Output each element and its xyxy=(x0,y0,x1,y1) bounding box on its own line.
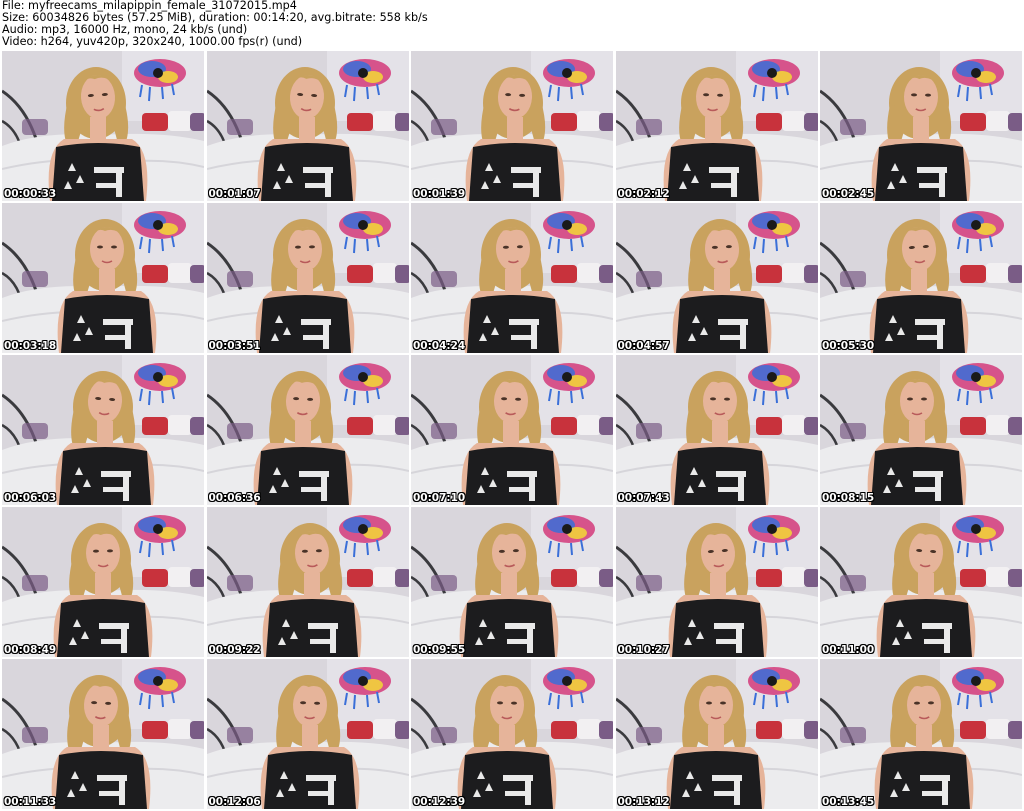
frame-image xyxy=(820,203,1022,353)
video-info-header: File: myfreecams_milapippin_female_31072… xyxy=(0,0,1024,50)
thumbnail-timestamp: 00:11:00 xyxy=(822,644,875,656)
thumbnail-timestamp: 00:08:15 xyxy=(822,492,875,504)
frame-image xyxy=(411,507,613,657)
frame-image xyxy=(820,659,1022,809)
frame-image xyxy=(2,355,204,505)
video-thumbnail: 00:06:03 xyxy=(2,355,204,505)
video-info-line: Video: h264, yuv420p, 320x240, 1000.00 f… xyxy=(2,35,303,48)
frame-image xyxy=(615,355,818,505)
thumbnail-timestamp: 00:12:39 xyxy=(413,796,466,808)
frame-image xyxy=(411,203,613,353)
video-thumbnail: 00:12:06 xyxy=(206,659,409,809)
thumbnail-timestamp: 00:03:51 xyxy=(208,340,261,352)
frame-image xyxy=(206,355,409,505)
video-thumbnail: 00:06:36 xyxy=(206,355,409,505)
frame-image xyxy=(2,203,204,353)
thumbnail-timestamp: 00:04:57 xyxy=(617,340,670,352)
video-thumbnail: 00:03:51 xyxy=(206,203,409,353)
video-thumbnail: 00:05:30 xyxy=(820,203,1022,353)
frame-image xyxy=(2,659,204,809)
thumbnail-timestamp: 00:11:33 xyxy=(4,796,57,808)
frame-image xyxy=(2,507,204,657)
video-thumbnail: 00:09:55 xyxy=(411,507,613,657)
video-thumbnail: 00:13:12 xyxy=(615,659,818,809)
thumbnail-timestamp: 00:06:03 xyxy=(4,492,57,504)
frame-image xyxy=(615,203,818,353)
frame-image xyxy=(411,51,613,201)
thumbnail-grid: 00:00:33 00:01:07 00:01:39 00:02:12 00:02:45… xyxy=(2,51,1022,809)
frame-image xyxy=(820,51,1022,201)
video-thumbnail: 00:00:33 xyxy=(2,51,204,201)
thumbnail-timestamp: 00:07:10 xyxy=(413,492,466,504)
thumbnail-timestamp: 00:06:36 xyxy=(208,492,261,504)
thumbnail-timestamp: 00:01:39 xyxy=(413,188,466,200)
thumbnail-timestamp: 00:00:33 xyxy=(4,188,57,200)
video-thumbnail: 00:10:27 xyxy=(615,507,818,657)
video-thumbnail: 00:12:39 xyxy=(411,659,613,809)
video-thumbnail: 00:04:24 xyxy=(411,203,613,353)
video-thumbnail: 00:02:12 xyxy=(615,51,818,201)
thumbnail-timestamp: 00:04:24 xyxy=(413,340,466,352)
thumbnail-timestamp: 00:13:12 xyxy=(617,796,670,808)
frame-image xyxy=(206,659,409,809)
thumbnail-timestamp: 00:01:07 xyxy=(208,188,261,200)
frame-image xyxy=(206,507,409,657)
video-thumbnail: 00:08:15 xyxy=(820,355,1022,505)
frame-image xyxy=(411,355,613,505)
video-thumbnail: 00:08:49 xyxy=(2,507,204,657)
frame-image xyxy=(206,51,409,201)
thumbnail-timestamp: 00:09:22 xyxy=(208,644,261,656)
thumbnail-timestamp: 00:12:06 xyxy=(208,796,261,808)
video-thumbnail: 00:01:39 xyxy=(411,51,613,201)
video-thumbnail: 00:09:22 xyxy=(206,507,409,657)
video-thumbnail: 00:02:45 xyxy=(820,51,1022,201)
thumbnail-timestamp: 00:05:30 xyxy=(822,340,875,352)
frame-image xyxy=(820,355,1022,505)
frame-image xyxy=(615,659,818,809)
frame-image xyxy=(206,203,409,353)
frame-image xyxy=(615,51,818,201)
video-thumbnail: 00:07:43 xyxy=(615,355,818,505)
thumbnail-timestamp: 00:08:49 xyxy=(4,644,57,656)
thumbnail-timestamp: 00:13:45 xyxy=(822,796,875,808)
thumbnail-timestamp: 00:09:55 xyxy=(413,644,466,656)
thumbnail-timestamp: 00:02:12 xyxy=(617,188,670,200)
video-thumbnail: 00:11:33 xyxy=(2,659,204,809)
thumbnail-timestamp: 00:03:18 xyxy=(4,340,57,352)
video-thumbnail: 00:04:57 xyxy=(615,203,818,353)
video-thumbnail: 00:13:45 xyxy=(820,659,1022,809)
thumbnail-timestamp: 00:10:27 xyxy=(617,644,670,656)
video-thumbnail: 00:03:18 xyxy=(2,203,204,353)
video-thumbnail: 00:07:10 xyxy=(411,355,613,505)
video-thumbnail: 00:01:07 xyxy=(206,51,409,201)
frame-image xyxy=(820,507,1022,657)
thumbnail-timestamp: 00:02:45 xyxy=(822,188,875,200)
thumbnail-timestamp: 00:07:43 xyxy=(617,492,670,504)
frame-image xyxy=(411,659,613,809)
frame-image xyxy=(2,51,204,201)
frame-image xyxy=(615,507,818,657)
video-thumbnail: 00:11:00 xyxy=(820,507,1022,657)
